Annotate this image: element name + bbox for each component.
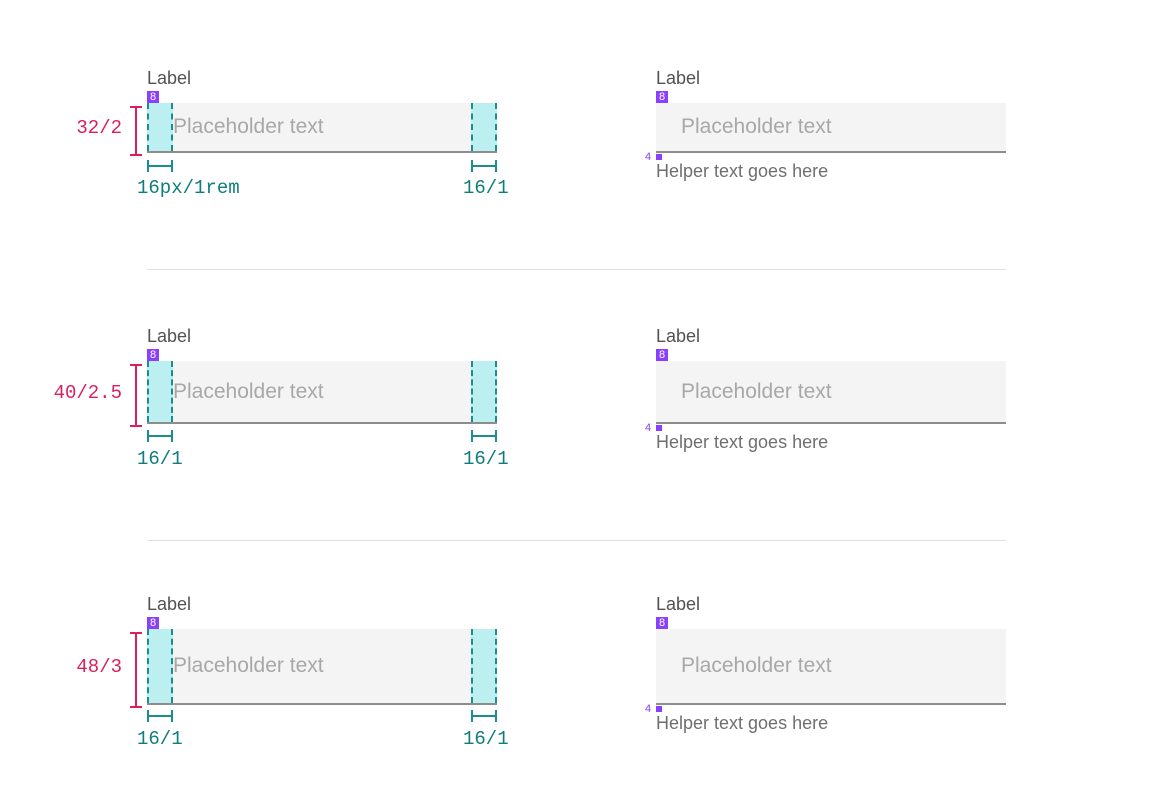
left-padding-region (147, 361, 173, 422)
label-gap-badge: 8 (656, 349, 668, 361)
height-bracket (130, 632, 142, 708)
label-gap-badge: 8 (147, 617, 159, 629)
right-padding-label: 16/1 (463, 728, 509, 750)
right-padding-region (471, 103, 497, 151)
height-dimension-label: 32/2 (76, 117, 122, 139)
helper-gap-marker (656, 154, 662, 160)
right-padding-label: 16/1 (463, 177, 509, 199)
field-label: Label (656, 68, 701, 88)
height-dimension-label: 40/2.5 (53, 381, 122, 404)
field-label: Label (147, 68, 192, 88)
placeholder-text: Placeholder text (681, 654, 832, 677)
helper-text: Helper text goes here (656, 432, 829, 452)
left-padding-bracket (147, 430, 173, 442)
height-dimension-label: 48/3 (76, 656, 122, 678)
right-padding-label: 16/1 (463, 448, 509, 470)
field-label: Label (147, 594, 192, 614)
helper-gap-label: 4 (645, 151, 652, 163)
left-padding-region (147, 629, 173, 703)
height-bracket (130, 106, 142, 156)
label-gap-badge: 8 (656, 617, 668, 629)
left-padding-label: 16px/1rem (137, 177, 240, 199)
section-divider (147, 269, 1006, 270)
label-gap-badge: 8 (147, 349, 159, 361)
right-padding-bracket (471, 160, 497, 172)
section-divider (147, 540, 1006, 541)
right-padding-region (471, 361, 497, 422)
placeholder-text: Placeholder text (173, 115, 324, 138)
placeholder-text: Placeholder text (681, 115, 832, 138)
height-bracket (130, 364, 142, 427)
field-label: Label (656, 326, 701, 346)
helper-gap-marker (656, 425, 662, 431)
left-padding-bracket (147, 160, 173, 172)
right-padding-bracket (471, 430, 497, 442)
left-padding-label: 16/1 (137, 448, 183, 470)
helper-text: Helper text goes here (656, 713, 829, 733)
text-input-spec-diagram: Label 8 Placeholder text 32/2 16px/1rem 16/1 L… (0, 0, 1152, 811)
label-gap-badge: 8 (147, 91, 159, 103)
helper-gap-label: 4 (645, 422, 652, 434)
placeholder-text: Placeholder text (681, 379, 832, 403)
placeholder-text: Placeholder text (173, 654, 324, 677)
helper-gap-label: 4 (645, 703, 652, 715)
label-gap-badge: 8 (656, 91, 668, 103)
left-padding-label: 16/1 (137, 728, 183, 750)
left-padding-region (147, 103, 173, 151)
right-padding-bracket (471, 710, 497, 722)
field-label: Label (656, 594, 701, 614)
right-padding-region (471, 629, 497, 703)
left-padding-bracket (147, 710, 173, 722)
field-label: Label (147, 326, 192, 346)
helper-text: Helper text goes here (656, 161, 829, 181)
helper-gap-marker (656, 706, 662, 712)
placeholder-text: Placeholder text (173, 379, 324, 403)
